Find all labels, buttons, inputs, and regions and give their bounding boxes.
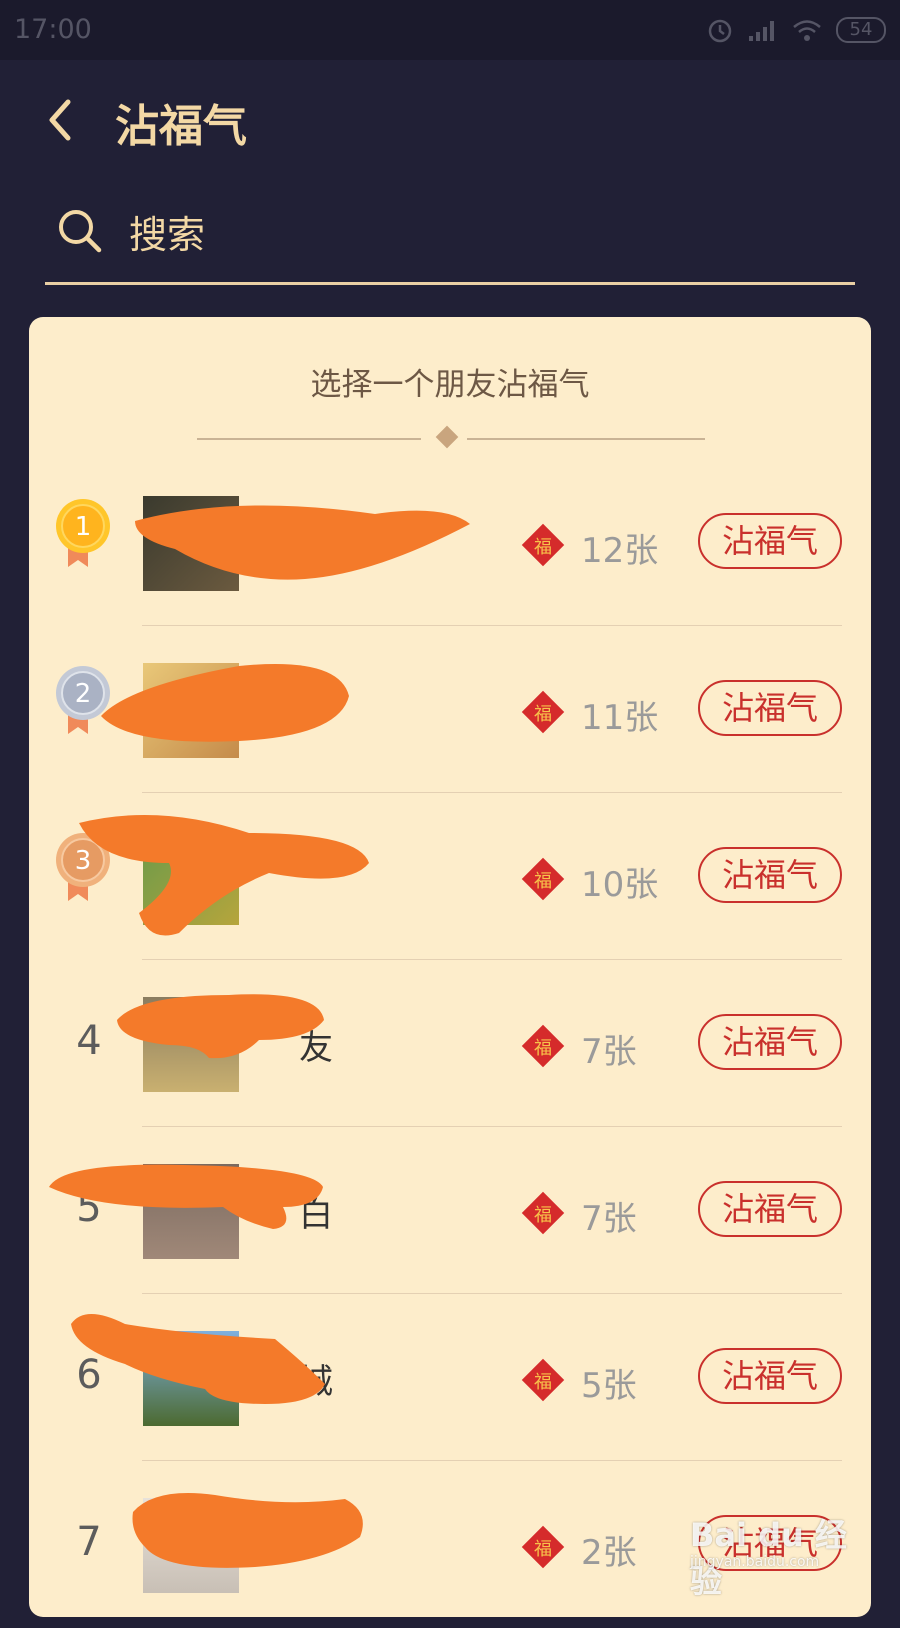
svg-text:福: 福 (534, 1038, 552, 1059)
header: 沾福气 (0, 60, 900, 180)
baidu-jingyan-watermark: Bai du 经验 jingyan.baidu.com (690, 1510, 870, 1600)
friend-row[interactable]: 4 友 福 7张 沾福气 (29, 960, 871, 1127)
silver-medal-icon: 2 (56, 666, 110, 734)
friend-row[interactable]: 5 白 福 7张 沾福气 (29, 1127, 871, 1294)
zhan-fuqi-button[interactable]: 沾福气 (698, 513, 842, 569)
zhan-fuqi-button[interactable]: 沾福气 (698, 847, 842, 903)
status-bar: 17:00 54 (0, 0, 900, 60)
zhan-fuqi-button[interactable]: 沾福气 (698, 1348, 842, 1404)
fu-card-icon: 福 (521, 1191, 565, 1235)
search-input[interactable] (127, 206, 831, 264)
alarm-icon (708, 19, 732, 43)
friend-name: 城 (299, 1362, 333, 1402)
back-arrow-icon[interactable] (40, 94, 80, 146)
friend-row[interactable]: 3 福 10张 沾福气 (29, 793, 871, 960)
svg-text:福: 福 (534, 871, 552, 892)
svg-text:福: 福 (534, 1539, 552, 1560)
fu-count: 2张 (581, 1533, 637, 1573)
svg-text:福: 福 (534, 1372, 552, 1393)
avatar (143, 496, 239, 591)
rank-number: 5 (76, 1185, 102, 1231)
fu-count: 12张 (581, 531, 659, 571)
fu-card-icon: 福 (521, 690, 565, 734)
card-title: 选择一个朋友沾福气 (310, 367, 590, 403)
wifi-icon (793, 20, 821, 41)
fu-count: 5张 (581, 1366, 637, 1406)
fu-count: 10张 (581, 865, 659, 905)
friend-row[interactable]: 6 城 福 5张 沾福气 (29, 1294, 871, 1461)
svg-text:福: 福 (534, 704, 552, 725)
zhan-fuqi-button[interactable]: 沾福气 (698, 1181, 842, 1237)
avatar (143, 1498, 239, 1593)
redaction-scribble (101, 664, 349, 742)
search-bar (45, 188, 855, 285)
svg-text:福: 福 (534, 1205, 552, 1226)
fu-count: 7张 (581, 1199, 637, 1239)
friend-name: 友 (299, 1028, 333, 1068)
svg-text:2: 2 (75, 679, 92, 709)
avatar (143, 997, 239, 1092)
avatar (143, 830, 239, 925)
status-time: 17:00 (14, 14, 92, 45)
svg-text:福: 福 (534, 537, 552, 558)
watermark-url: jingyan.baidu.com (690, 1554, 820, 1570)
rank-number: 7 (76, 1519, 102, 1565)
fu-count: 11张 (581, 698, 659, 738)
fu-card-icon: 福 (521, 1358, 565, 1402)
avatar (143, 663, 239, 758)
friend-row[interactable]: 1 福 12张 沾福气 (29, 459, 871, 626)
diamond-ornament (435, 425, 459, 449)
rank-number: 6 (76, 1352, 102, 1398)
status-icons: 54 (706, 16, 886, 44)
search-icon (59, 210, 102, 253)
zhan-fuqi-button[interactable]: 沾福气 (698, 1014, 842, 1070)
page-title: 沾福气 (115, 101, 247, 152)
friend-name: 白 (299, 1195, 333, 1235)
svg-text:1: 1 (75, 512, 92, 542)
title-divider (197, 424, 705, 454)
rank-number: 4 (76, 1018, 102, 1064)
fu-card-icon: 福 (521, 857, 565, 901)
battery-indicator: 54 (836, 17, 886, 43)
friend-list-card: 选择一个朋友沾福气 1 福 12张 沾福气 2 福 11张 沾福气 3 福 10… (29, 317, 871, 1617)
avatar (143, 1331, 239, 1426)
avatar (143, 1164, 239, 1259)
fu-card-icon: 福 (521, 523, 565, 567)
friend-row[interactable]: 2 福 11张 沾福气 (29, 626, 871, 793)
fu-card-icon: 福 (521, 1024, 565, 1068)
svg-text:3: 3 (75, 846, 92, 876)
fu-card-icon: 福 (521, 1525, 565, 1569)
gold-medal-icon: 1 (56, 499, 110, 567)
zhan-fuqi-button[interactable]: 沾福气 (698, 680, 842, 736)
bronze-medal-icon: 3 (56, 833, 110, 901)
fu-count: 7张 (581, 1032, 637, 1072)
signal-icon (749, 21, 774, 41)
